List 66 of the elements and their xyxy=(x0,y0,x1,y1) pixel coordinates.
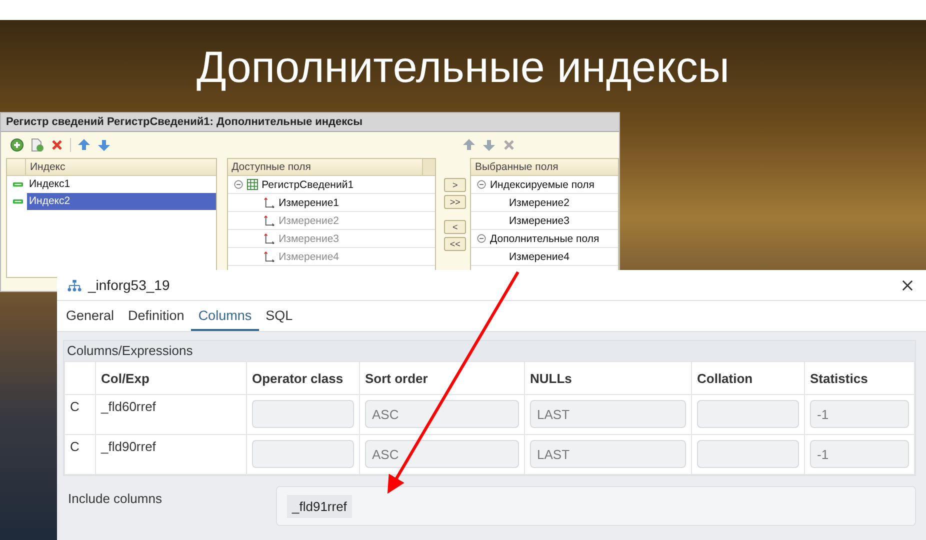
tree-item[interactable]: РегистрСведений1 xyxy=(262,178,354,190)
input-field[interactable]: -1 xyxy=(810,400,909,428)
move-button[interactable]: < xyxy=(444,220,466,234)
window-title: Регистр сведений РегистрСведений1: Дополнительные индексы xyxy=(1,113,619,132)
column-header: NULLs xyxy=(524,362,692,394)
column-header: Индекс xyxy=(30,161,66,173)
move-down-icon[interactable] xyxy=(97,138,111,152)
table-icon xyxy=(246,179,258,190)
slide-title: Дополнительные индексы xyxy=(196,42,730,94)
dialog-title: _inforg53_19 xyxy=(88,277,170,293)
dimension-icon xyxy=(264,233,275,244)
tab[interactable]: SQL xyxy=(258,301,300,331)
move-button[interactable]: << xyxy=(444,237,466,251)
index-icon xyxy=(13,199,23,204)
collapse-icon[interactable] xyxy=(234,180,243,189)
column-tag[interactable]: _fld91rref xyxy=(287,494,352,518)
move-up-icon[interactable] xyxy=(77,138,91,152)
input-field[interactable]: LAST xyxy=(530,440,686,468)
tree-item[interactable]: Измерение4 xyxy=(509,250,570,262)
add-icon[interactable] xyxy=(10,138,24,152)
dimension-icon xyxy=(264,251,275,262)
tab[interactable]: General xyxy=(59,301,122,331)
tree-item[interactable]: Измерение3 xyxy=(509,214,570,226)
column-header: Statistics xyxy=(804,362,914,394)
table-cell: _fld90rref xyxy=(96,434,246,474)
input-field[interactable]: LAST xyxy=(530,400,686,428)
close-icon[interactable] xyxy=(902,280,913,290)
column-header: Collation xyxy=(692,362,804,394)
column-header: Доступные поля xyxy=(232,161,311,173)
copy-icon[interactable] xyxy=(30,138,44,152)
dimension-icon xyxy=(264,197,275,208)
move-up-icon[interactable] xyxy=(462,138,476,152)
input-field[interactable]: -1 xyxy=(810,440,909,468)
tab[interactable]: Definition xyxy=(121,301,192,331)
delete-icon[interactable] xyxy=(50,138,64,152)
collapse-icon[interactable] xyxy=(477,234,486,243)
input-field[interactable] xyxy=(252,440,354,468)
move-down-icon[interactable] xyxy=(482,138,496,152)
column-header: Выбранные поля xyxy=(475,161,558,173)
input-field[interactable] xyxy=(252,400,354,428)
tree-item[interactable]: Измерение2 xyxy=(509,196,570,208)
tree-item[interactable]: Индексируемые поля xyxy=(490,178,594,190)
table-cell: _fld60rref xyxy=(96,394,246,434)
table-cell: C xyxy=(64,434,96,474)
tree-item[interactable]: Измерение1 xyxy=(278,196,340,208)
column-header: Col/Exp xyxy=(96,362,246,394)
include-columns-field[interactable]: _fld91rref xyxy=(276,486,916,526)
dimension-icon xyxy=(264,215,275,226)
hierarchy-icon xyxy=(67,278,82,292)
move-button[interactable]: > xyxy=(444,178,466,192)
list-item[interactable]: Индекс2 xyxy=(27,193,216,210)
table-cell: C xyxy=(64,394,96,434)
input-field[interactable] xyxy=(697,400,799,428)
field-label: Include columns xyxy=(67,490,163,506)
delete-icon[interactable] xyxy=(502,138,516,152)
column-header: Sort order xyxy=(360,362,524,394)
collapse-icon[interactable] xyxy=(477,180,486,189)
list-item[interactable]: Индекс1 xyxy=(27,176,216,193)
index-icon xyxy=(13,182,23,187)
input-field[interactable]: ASC xyxy=(365,440,519,468)
column-header: Operator class xyxy=(246,362,360,394)
input-field[interactable]: ASC xyxy=(365,400,519,428)
tree-item[interactable]: Дополнительные поля xyxy=(490,232,600,244)
move-button[interactable]: >> xyxy=(444,195,466,209)
input-field[interactable] xyxy=(697,440,799,468)
section-title: Columns/Expressions xyxy=(66,342,194,360)
